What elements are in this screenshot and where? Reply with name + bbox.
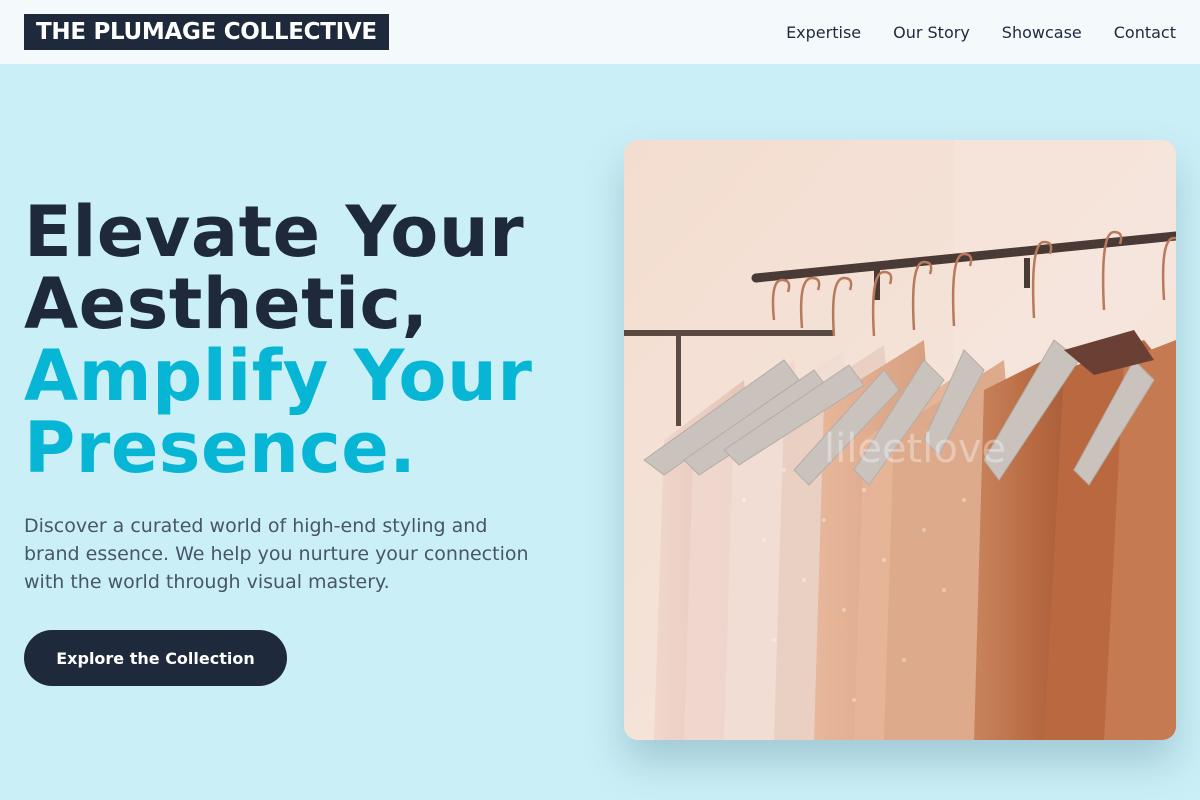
hero-description: Discover a curated world of high-end sty… xyxy=(24,515,529,593)
nav-link-showcase[interactable]: Showcase xyxy=(1002,23,1082,42)
headline-line-2: Aesthetic, xyxy=(24,263,429,345)
hero-headline: Elevate Your Aesthetic, Amplify Your Pre… xyxy=(24,196,584,484)
hero-section: Elevate Your Aesthetic, Amplify Your Pre… xyxy=(24,196,584,686)
headline-accent-line-1: Amplify Your xyxy=(24,335,533,417)
image-watermark: lileetlove xyxy=(824,426,1006,472)
nav-link-our-story[interactable]: Our Story xyxy=(893,23,970,42)
nav-link-expertise[interactable]: Expertise xyxy=(786,23,861,42)
brand-logo[interactable]: THE PLUMAGE COLLECTIVE xyxy=(24,14,389,50)
main-nav: Expertise Our Story Showcase Contact xyxy=(786,23,1176,42)
clothing-rack-illustration: lileetlove xyxy=(624,140,1176,740)
hero-image-clothing-rack: lileetlove xyxy=(624,140,1176,740)
headline-line-1: Elevate Your xyxy=(24,191,525,273)
site-header: THE PLUMAGE COLLECTIVE Expertise Our Sto… xyxy=(0,0,1200,64)
explore-collection-button[interactable]: Explore the Collection xyxy=(24,630,287,686)
nav-link-contact[interactable]: Contact xyxy=(1114,23,1176,42)
headline-accent-line-2: Presence. xyxy=(24,407,417,489)
